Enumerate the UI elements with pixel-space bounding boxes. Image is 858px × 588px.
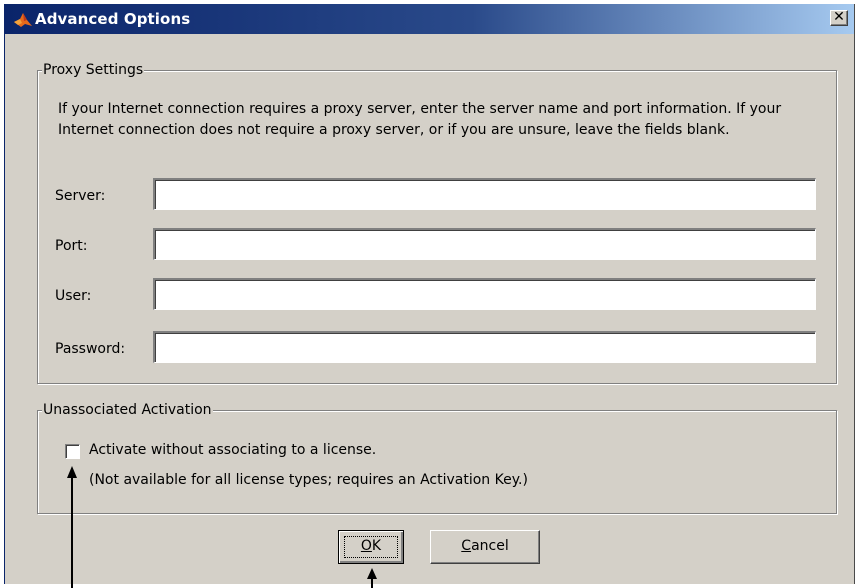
arrow-up-icon [67,466,77,588]
annotation-arrows [67,466,377,588]
arrow-up-icon [367,568,377,588]
page: Advanced Options ✕ Proxy Settings If you… [0,0,858,588]
